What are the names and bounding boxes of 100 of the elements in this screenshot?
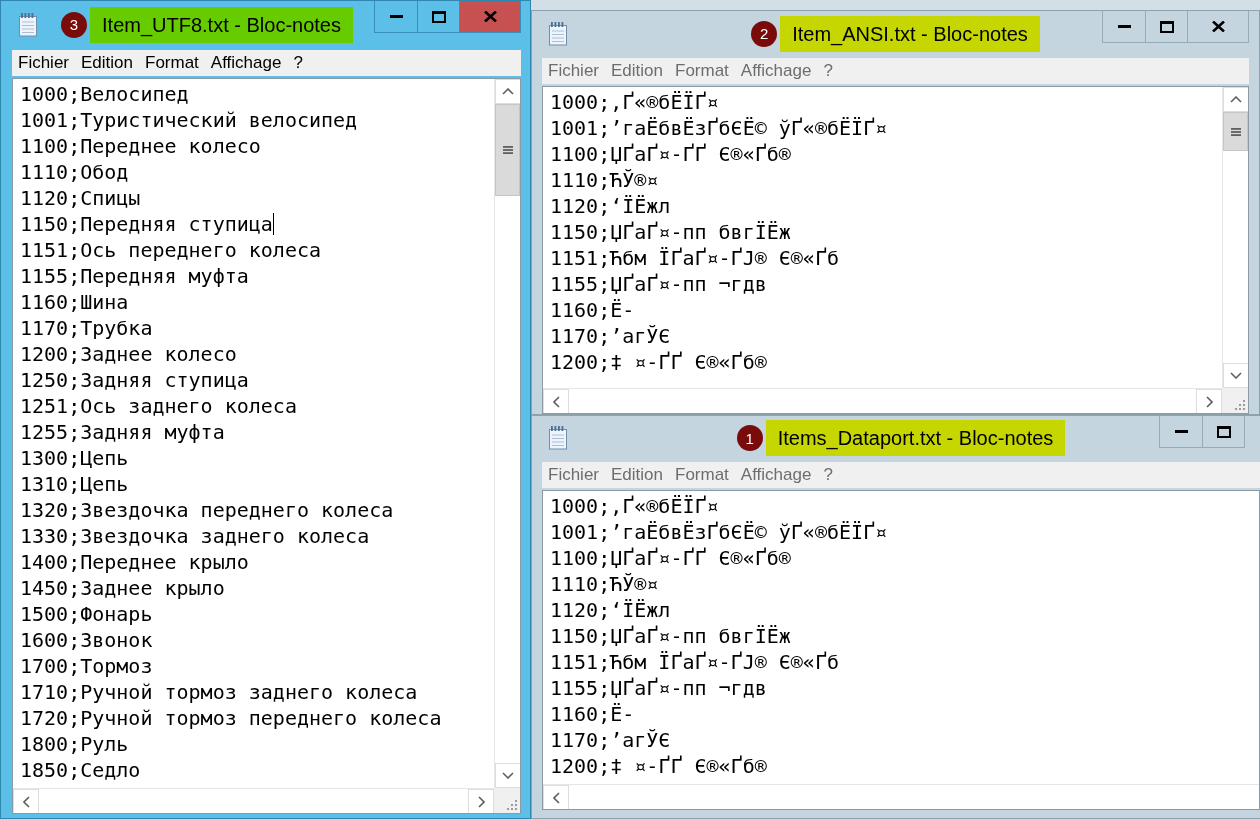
- text-line: 1200;Заднее колесо: [20, 341, 237, 367]
- text-line: 1110;ЋЎ®¤: [550, 571, 659, 597]
- menu-item[interactable]: Format: [669, 58, 735, 84]
- text-line: 1170;’агЎЄ: [550, 323, 671, 349]
- scroll-left-button[interactable]: [543, 785, 569, 809]
- scroll-up-button[interactable]: [495, 79, 520, 104]
- text-line: 1151;Ось переднего колеса: [20, 237, 322, 263]
- menu-item[interactable]: ?: [817, 462, 839, 488]
- menu-item[interactable]: Format: [669, 462, 735, 488]
- chevron-left-icon: [552, 395, 560, 408]
- menu-item[interactable]: ?: [817, 58, 839, 84]
- scroll-down-button[interactable]: [495, 763, 520, 788]
- text-line: 1400;Переднее крыло: [20, 549, 249, 575]
- text-line: 1251;Ось заднего колеса: [20, 393, 297, 419]
- text-line: 1155;ЏҐаҐ¤-пп ¬гдв: [550, 675, 767, 701]
- chevron-left-icon: [22, 795, 30, 808]
- scrollbar-thumb[interactable]: [495, 104, 520, 197]
- number-badge: 3: [61, 11, 88, 38]
- text-line: 1170;’агЎЄ: [550, 727, 671, 753]
- scroll-left-button[interactable]: [13, 789, 39, 813]
- minimize-icon: [1117, 25, 1131, 28]
- text-line: 1120;‘ЇЁжл: [550, 597, 671, 623]
- vertical-scrollbar[interactable]: [1222, 87, 1248, 388]
- menu-item[interactable]: Edition: [605, 58, 669, 84]
- maximize-icon: [431, 10, 446, 23]
- text-line: 1310;Цепь: [20, 471, 129, 497]
- text-line: 1160;Шина: [20, 289, 129, 315]
- text-line: 1110;ЋЎ®¤: [550, 167, 659, 193]
- text-line: 1100;Переднее колесо: [20, 133, 261, 159]
- text-line: 1450;Заднее крыло: [20, 575, 225, 601]
- maximize-icon: [1216, 425, 1231, 438]
- menu-item[interactable]: Edition: [75, 50, 139, 76]
- text-line: 1120;Спицы: [20, 185, 141, 211]
- scroll-down-button[interactable]: [1223, 363, 1248, 388]
- resize-grip-icon: [1235, 400, 1245, 410]
- text-line: 1800;Руль: [20, 731, 129, 757]
- text-line: 1160;Ё-: [550, 701, 635, 727]
- window-title: Item_UTF8.txt - Bloc-notes: [90, 6, 353, 43]
- close-button[interactable]: [459, 1, 521, 33]
- horizontal-scrollbar[interactable]: [13, 788, 494, 813]
- vertical-scrollbar[interactable]: [494, 79, 520, 788]
- text-line: 1255;Задняя муфта: [20, 419, 225, 445]
- text-line: 1001;Туристический велосипед: [20, 107, 358, 133]
- close-icon: [1211, 21, 1225, 32]
- menu-item[interactable]: Fichier: [542, 462, 605, 488]
- minimize-button[interactable]: [1102, 11, 1146, 43]
- minimize-button[interactable]: [1159, 416, 1203, 448]
- notepad-icon: [18, 12, 38, 37]
- text-line: 1700;Тормоз: [20, 653, 153, 679]
- close-button[interactable]: [1187, 11, 1249, 43]
- horizontal-scrollbar[interactable]: [543, 388, 1222, 413]
- maximize-icon: [1159, 20, 1174, 33]
- close-icon: [483, 11, 497, 22]
- menu-item[interactable]: Affichage: [204, 50, 288, 76]
- menu-item[interactable]: Format: [139, 50, 205, 76]
- menu-item[interactable]: Affichage: [734, 462, 818, 488]
- notepad-icon: [548, 21, 568, 46]
- number-badge: 2: [751, 20, 778, 47]
- text-line: 1250;Задняя ступица: [20, 367, 249, 393]
- menu-item[interactable]: Fichier: [12, 50, 75, 76]
- chevron-left-icon: [552, 791, 560, 804]
- notepad-icon: [548, 426, 568, 450]
- grip-icon: [502, 146, 513, 155]
- minimize-icon: [389, 15, 403, 18]
- text-line: 1500;Фонарь: [20, 601, 153, 627]
- text-line: 1150;ЏҐаҐ¤-пп бвгЇЁж: [550, 219, 791, 245]
- window-title: Items_Dataport.txt - Bloc-notes: [765, 420, 1066, 456]
- text-line: 1200;‡ ¤-ҐҐ Є®«Ґб®: [550, 753, 767, 779]
- scrollbar-thumb[interactable]: [1223, 112, 1248, 152]
- text-line: 1170;Трубка: [20, 315, 153, 341]
- text-line: 1720;Ручной тормоз переднего колеса: [20, 705, 442, 731]
- scroll-right-button[interactable]: [468, 789, 494, 813]
- menu-item[interactable]: Edition: [605, 462, 669, 488]
- menu-item[interactable]: Affichage: [734, 58, 818, 84]
- text-line: 1160;Ё-: [550, 297, 635, 323]
- number-badge: 1: [736, 425, 763, 451]
- window-title: Item_ANSI.txt - Bloc-notes: [780, 15, 1040, 52]
- text-line: 1001;’гаЁбвЁзҐбЄЁ© ўҐ«®бЁЇҐ¤: [550, 519, 888, 545]
- text-line: 1155;ЏҐаҐ¤-пп ¬гдв: [550, 271, 767, 297]
- chevron-right-icon: [477, 795, 485, 808]
- scroll-up-button[interactable]: [1223, 87, 1248, 112]
- chevron-up-icon: [1230, 96, 1242, 103]
- chevron-up-icon: [502, 88, 514, 95]
- text-line: 1151;Ћбм ЇҐаҐ¤-ҐЈ® Є®«Ґб: [550, 649, 839, 675]
- text-line: 1150;ЏҐаҐ¤-пп бвгЇЁж: [550, 623, 791, 649]
- horizontal-scrollbar[interactable]: [543, 784, 1259, 809]
- scroll-left-button[interactable]: [543, 389, 569, 413]
- text-line: 1150;Передняя ступица: [20, 211, 273, 237]
- menu-item[interactable]: ?: [287, 50, 309, 76]
- grip-icon: [1230, 127, 1241, 136]
- maximize-button[interactable]: [1202, 416, 1245, 448]
- text-line: 1100;ЏҐаҐ¤-ҐҐ Є®«Ґб®: [550, 545, 791, 571]
- minimize-icon: [1174, 430, 1188, 433]
- menu-item[interactable]: Fichier: [542, 58, 605, 84]
- text-line: 1000;‚Ґ«®бЁЇҐ¤: [550, 89, 719, 115]
- text-line: 1000;‚Ґ«®бЁЇҐ¤: [550, 493, 719, 519]
- minimize-button[interactable]: [374, 1, 418, 33]
- text-line: 1300;Цепь: [20, 445, 129, 471]
- scroll-right-button[interactable]: [1196, 389, 1222, 413]
- text-line: 1100;ЏҐаҐ¤-ҐҐ Є®«Ґб®: [550, 141, 791, 167]
